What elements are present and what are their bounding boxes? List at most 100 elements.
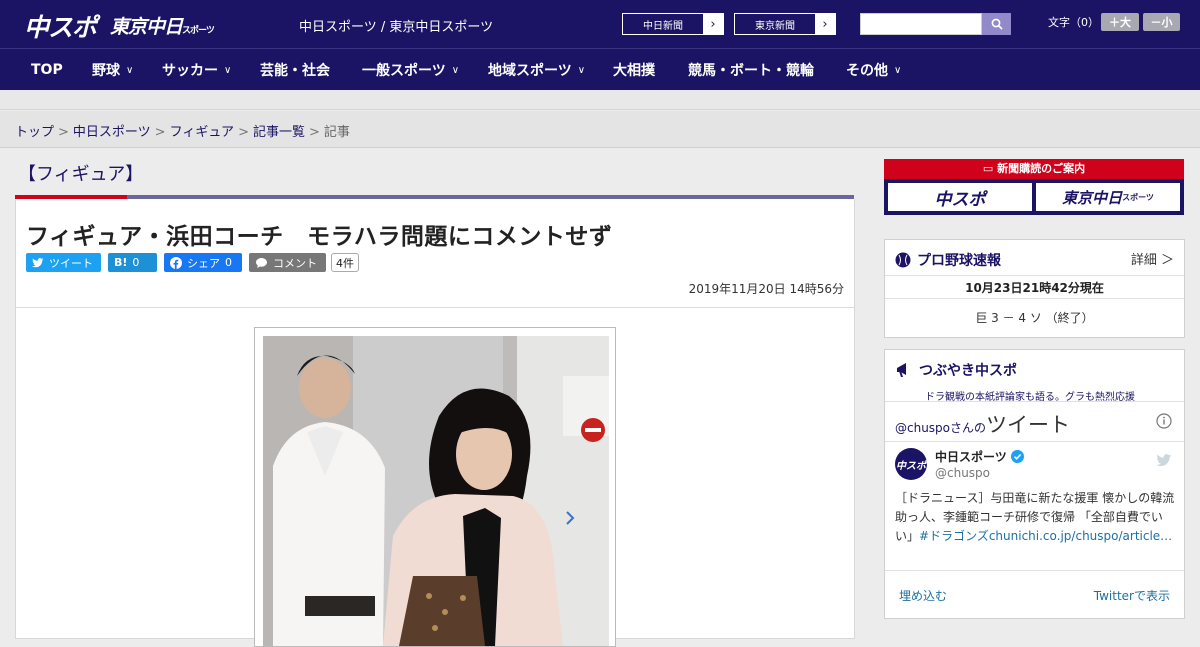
tweet-hashtag-link[interactable]: #ドラゴンズchunichi.co.jp/chuspo/article…	[919, 529, 1172, 543]
facebook-icon	[170, 256, 182, 269]
nav-item-regional-sports[interactable]: 地域スポーツ ∨	[488, 49, 585, 91]
breadcrumb-separator: >	[154, 125, 166, 140]
subscribe-tokyo-chunichi-small: スポーツ	[1122, 192, 1154, 202]
chevron-down-icon: ∨	[224, 64, 232, 76]
twitter-bird-icon[interactable]	[1156, 454, 1172, 467]
nav-item-top[interactable]: TOP	[31, 49, 63, 91]
nav-item-general-sports[interactable]: 一般スポーツ ∨	[362, 49, 459, 91]
avatar[interactable]: 中スポ	[895, 448, 927, 480]
twitter-widget-card: つぶやき中スポ ドラ観戦の本紙評論家も語る。グラも熱烈応援 @chuspoさんの…	[884, 349, 1185, 619]
nav-item-label: TOP	[31, 62, 63, 78]
breadcrumb-separator: >	[58, 125, 69, 140]
breadcrumb-link-chunichi-sports[interactable]: 中日スポーツ	[73, 125, 151, 140]
info-icon[interactable]	[1156, 413, 1172, 429]
subscription-title: ▭ 新聞購読のご案内	[884, 160, 1184, 176]
chunichi-shimbun-label: 中日新聞	[643, 20, 683, 32]
article-divider	[16, 307, 854, 308]
tokyo-chunichi-logo[interactable]: 東京中日スポーツ	[110, 12, 215, 39]
baseball-score-line[interactable]: 巨 3 － 4 ソ （終了）	[885, 309, 1184, 326]
hatena-icon: B!	[114, 256, 128, 269]
nav-item-label: 野球	[92, 63, 120, 79]
subscribe-tokyo-chunichi-text: 東京中日	[1062, 188, 1123, 207]
facebook-share-count: 0	[225, 256, 232, 269]
nav-item-label: 芸能・社会	[260, 63, 330, 79]
card-divider	[885, 298, 1184, 299]
nav-item-label: 一般スポーツ	[362, 63, 446, 79]
article-card: フィギュア・浜田コーチ モラハラ問題にコメントせず ツイート B! 0 シェア …	[15, 199, 855, 647]
chuspo-logo[interactable]: 中スポ	[24, 8, 97, 44]
article-headline: フィギュア・浜田コーチ モラハラ問題にコメントせず	[26, 224, 613, 250]
subscribe-chuspo[interactable]: 中スポ	[888, 183, 1032, 211]
baseball-icon	[895, 252, 911, 268]
font-size-label: 文字（0）	[1048, 16, 1099, 29]
tokyo-shimbun-link[interactable]: 東京新聞 ›	[734, 13, 836, 35]
tweets-heading[interactable]: @chuspoさんのツイート	[895, 409, 1070, 439]
site-title[interactable]: 中日スポーツ / 東京中日スポーツ	[299, 16, 493, 35]
breadcrumb-current: 記事	[323, 125, 350, 140]
font-size-decrease-button[interactable]: －小	[1143, 13, 1180, 31]
main-nav: TOP 野球 ∨ サッカー ∨ 芸能・社会 一般スポーツ ∨ 地域スポーツ ∨ 大相撲 …	[0, 48, 1200, 90]
article-photo[interactable]	[263, 336, 609, 646]
tweet-text[interactable]: ［ドラニュース］与田竜に新たな援軍 懐かしの韓流助っ人、李鍾範コーチ研修で復帰 …	[895, 489, 1177, 546]
chevron-down-icon: ∨	[126, 64, 134, 76]
tweets-heading-big: ツイート	[986, 413, 1071, 437]
top-header: 中スポ 東京中日スポーツ 中日スポーツ / 東京中日スポーツ 中日新聞 › 東京…	[0, 0, 1200, 48]
chevron-down-icon: ∨	[894, 64, 902, 76]
breadcrumb-link-article-list[interactable]: 記事一覧	[253, 125, 305, 140]
chunichi-shimbun-link[interactable]: 中日新聞 ›	[622, 13, 724, 35]
tweet-account-handle[interactable]: @chuspo	[935, 466, 990, 480]
nav-item-entertainment[interactable]: 芸能・社会	[260, 49, 330, 91]
photo-scene	[263, 336, 609, 646]
comment-button[interactable]: コメント	[249, 253, 326, 272]
chevron-down-icon: ∨	[451, 64, 460, 76]
tweets-heading-handle: @chuspo	[895, 421, 951, 435]
chevron-right-icon: ›	[703, 14, 723, 34]
newspaper-icon: ▭	[982, 162, 994, 175]
tokyo-chunichi-logo-small: スポーツ	[182, 26, 215, 36]
baseball-timestamp: 10月23日21時42分現在	[965, 281, 1104, 295]
search-icon	[991, 18, 1003, 30]
font-size-increase-button[interactable]: ＋大	[1101, 13, 1139, 31]
subscription-banner[interactable]: ▭ 新聞購読のご案内 中スポ 東京中日 スポーツ	[884, 159, 1184, 215]
publish-date: 2019年11月20日 14時56分	[688, 282, 844, 296]
card-divider	[885, 401, 1184, 402]
tweet-button[interactable]: ツイート	[26, 253, 101, 272]
card-divider	[885, 275, 1184, 276]
comment-label: コメント	[273, 256, 317, 270]
nav-item-label: サッカー	[162, 63, 218, 79]
nav-item-label: 競馬・ボート・競輪	[688, 63, 814, 79]
nav-item-other[interactable]: その他 ∨	[846, 49, 901, 91]
subscribe-tokyo-chunichi[interactable]: 東京中日 スポーツ	[1036, 183, 1180, 211]
comment-count-badge[interactable]: 4件	[331, 253, 359, 272]
tokyo-chunichi-logo-text: 東京中日	[110, 16, 183, 38]
breadcrumb-link-figure[interactable]: フィギュア	[170, 125, 234, 140]
nav-item-soccer[interactable]: サッカー ∨	[162, 49, 231, 91]
baseball-card-title: プロ野球速報	[917, 253, 1001, 269]
nav-item-sumo[interactable]: 大相撲	[613, 49, 655, 91]
breadcrumb-link-top[interactable]: トップ	[15, 125, 54, 140]
view-on-twitter-link[interactable]: Twitterで表示	[1094, 587, 1170, 604]
facebook-share-button[interactable]: シェア 0	[164, 253, 242, 272]
card-divider	[885, 570, 1184, 571]
article-photo-frame	[254, 327, 616, 647]
breadcrumb: トップ > 中日スポーツ > フィギュア > 記事一覧 > 記事	[15, 121, 350, 140]
embed-link[interactable]: 埋め込む	[899, 587, 947, 604]
tweet-account-name[interactable]: 中日スポーツ	[935, 448, 1024, 465]
search-input[interactable]	[860, 13, 982, 35]
hatena-bookmark-button[interactable]: B! 0	[108, 253, 157, 272]
ad-band	[0, 90, 1200, 110]
verified-badge-icon	[1010, 450, 1024, 463]
baseball-details-link[interactable]: 詳細 ＞	[1131, 249, 1174, 268]
tsubuyaki-title: つぶやき中スポ	[919, 363, 1017, 379]
nav-item-racing[interactable]: 競馬・ボート・競輪	[688, 49, 814, 91]
tweet-label: ツイート	[49, 256, 93, 270]
nav-item-label: 地域スポーツ	[488, 63, 572, 79]
chevron-right-icon: ›	[815, 14, 835, 34]
subscription-title-text: 新聞購読のご案内	[997, 162, 1086, 175]
search-button[interactable]	[982, 13, 1011, 35]
breadcrumb-bar: トップ > 中日スポーツ > フィギュア > 記事一覧 > 記事	[0, 111, 1200, 148]
megaphone-icon	[897, 363, 906, 377]
nav-item-baseball[interactable]: 野球 ∨	[92, 49, 133, 91]
breadcrumb-separator: >	[308, 125, 320, 140]
card-divider	[885, 441, 1184, 442]
